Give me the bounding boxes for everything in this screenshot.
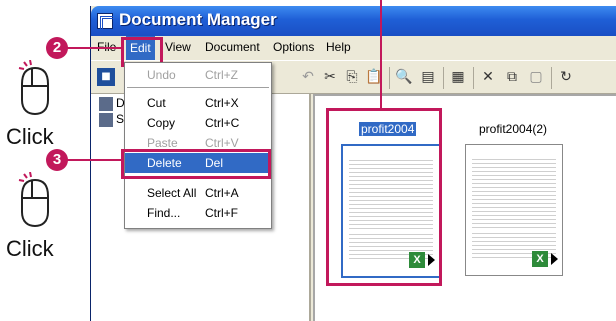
menu-view[interactable]: View <box>165 40 191 54</box>
toolbar-separator <box>443 67 444 89</box>
step-3-badge: 3 <box>46 149 68 171</box>
edit-dropdown-menu: Undo Ctrl+Z Cut Ctrl+X Copy Ctrl+C Paste… <box>124 62 272 229</box>
document-thumbnail[interactable]: X <box>465 144 563 276</box>
list-view-icon[interactable]: ▤ <box>419 68 437 86</box>
document-name[interactable]: profit2004(2) <box>479 122 547 136</box>
toolbar-separator <box>389 67 390 89</box>
click-label-2: Click <box>6 236 54 261</box>
delete-icon[interactable]: ✕ <box>479 68 497 86</box>
menu-bar: File Edit View Document Options Help <box>91 36 616 60</box>
menu-separator <box>127 87 269 88</box>
window-title: Document Manager <box>119 10 277 29</box>
step-2-badge: 2 <box>46 37 68 59</box>
page-preview <box>472 159 556 229</box>
title-bar: Document Manager <box>91 6 616 36</box>
cut-icon[interactable]: ✂ <box>321 68 339 86</box>
highlight-connector <box>380 0 382 110</box>
toolbar-separator <box>551 67 552 89</box>
delete-item-highlight <box>121 149 271 179</box>
spreadsheet-icon: X <box>532 251 548 267</box>
app-icon <box>97 13 113 29</box>
step2-connector <box>66 47 122 49</box>
document-icon[interactable]: ▢ <box>527 68 545 86</box>
toolbar-separator <box>473 67 474 89</box>
menu-item-find[interactable]: Find... Ctrl+F <box>125 203 271 223</box>
menu-item-select-all[interactable]: Select All Ctrl+A <box>125 183 271 203</box>
refresh-icon[interactable]: ↻ <box>557 68 575 86</box>
folder-icon <box>99 112 113 127</box>
thumbnail-view-icon[interactable]: ▦ <box>449 68 467 86</box>
menu-help[interactable]: Help <box>326 40 351 54</box>
click-label-1: Click <box>6 124 54 149</box>
menu-document[interactable]: Document <box>205 40 260 54</box>
menu-item-cut[interactable]: Cut Ctrl+X <box>125 93 271 113</box>
save-icon[interactable]: ■ <box>97 68 115 86</box>
undo-icon[interactable]: ↶ <box>299 68 317 86</box>
menu-item-undo[interactable]: Undo Ctrl+Z <box>125 65 271 85</box>
menu-options[interactable]: Options <box>273 40 314 54</box>
duplicate-icon[interactable]: ⧉ <box>503 68 521 86</box>
folder-icon <box>99 96 113 111</box>
preview-icon[interactable]: 🔍 <box>395 68 413 86</box>
tree-item-s[interactable]: S <box>99 112 124 127</box>
play-icon <box>551 253 558 265</box>
mouse-icon <box>18 60 49 116</box>
copy-icon[interactable]: ⎘ <box>343 68 361 86</box>
selected-document-highlight <box>326 108 442 286</box>
tree-item-d[interactable]: D <box>99 96 125 111</box>
step3-connector <box>66 159 122 161</box>
mouse-icon <box>18 172 49 228</box>
menu-item-copy[interactable]: Copy Ctrl+C <box>125 113 271 133</box>
